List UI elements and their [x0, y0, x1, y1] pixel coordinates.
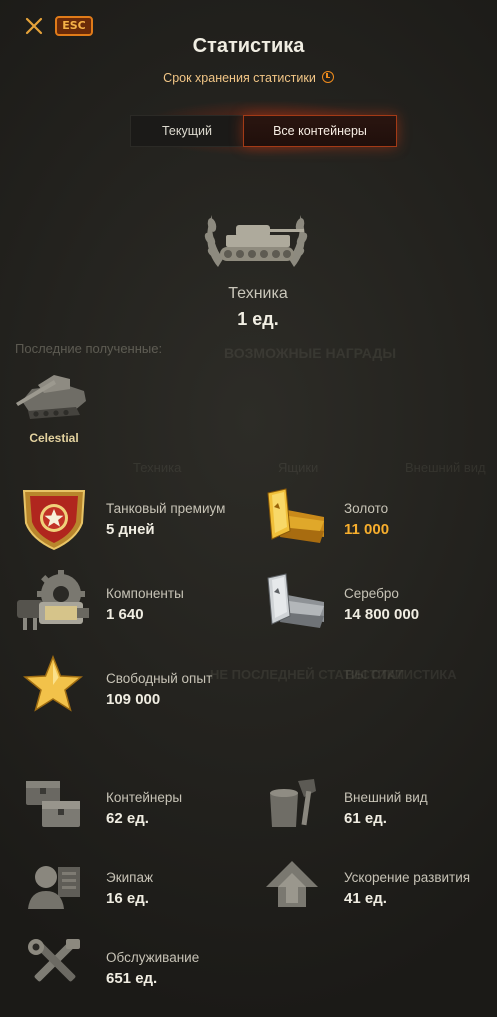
reward-acceleration: Ускорение развития 41 ед.	[250, 855, 497, 915]
reward-skins: Внешний вид 61 ед.	[250, 775, 497, 835]
reward-value: 651 ед.	[106, 970, 158, 987]
reward-value: 41 ед.	[344, 890, 387, 907]
reward-label: Танковый премиум	[106, 501, 226, 516]
vehicles-label: Техника	[228, 285, 288, 302]
reward-containers: Контейнеры 62 ед.	[0, 775, 250, 835]
tab-all-containers[interactable]: Все контейнеры	[243, 115, 397, 147]
silver-bars-icon	[260, 572, 328, 639]
reward-value: 109 000	[106, 691, 161, 708]
tank-icon	[16, 375, 86, 419]
reward-crew: Экипаж 16 ед.	[0, 855, 250, 915]
close-button[interactable]	[24, 16, 44, 36]
reward-value: 62 ед.	[106, 810, 149, 827]
vehicles-count: 1 ед.	[237, 309, 279, 329]
reward-value: 61 ед.	[344, 810, 387, 827]
paint-bucket-icon	[264, 777, 324, 836]
ghost-crew: Ящики	[278, 460, 319, 475]
acceleration-arrow-icon	[262, 857, 322, 916]
ghost-possible-rewards: ВОЗМОЖНЫЕ НАГРАДЫ	[224, 345, 397, 361]
free-xp-star-icon	[22, 654, 84, 720]
components-icon	[15, 570, 95, 639]
clock-icon	[321, 71, 334, 83]
tab-current[interactable]: Текущий	[130, 115, 244, 147]
crew-icon	[26, 859, 84, 918]
reward-components: Компоненты 1 640	[0, 570, 250, 640]
reward-free-xp: Свободный опыт 109 000	[0, 654, 250, 725]
reward-value: 11 000	[344, 521, 390, 538]
stats-retention-label: Срок хранения статистики	[163, 71, 316, 85]
reward-maintenance: Обслуживание 651 ед.	[0, 935, 250, 995]
reward-label: Золото	[344, 501, 389, 516]
reward-silver: Серебро 14 800 000	[250, 570, 497, 640]
reward-label: Ускорение развития	[344, 870, 471, 885]
ghost-skins: Внешний вид	[405, 460, 486, 475]
gold-bars-icon	[260, 487, 328, 554]
esc-badge[interactable]: ESC	[55, 16, 93, 36]
reward-value: 14 800 000	[344, 606, 420, 623]
reward-tank-premium: Танковый премиум 5 дней	[0, 485, 250, 555]
reward-label: Свободный опыт	[106, 671, 213, 686]
ghost-tanks: Техника	[133, 460, 182, 475]
containers-icon	[24, 777, 84, 836]
reward-value: 1 640	[106, 606, 144, 623]
reward-label: Контейнеры	[106, 790, 183, 805]
reward-label: Компоненты	[106, 586, 184, 601]
reward-label: Обслуживание	[106, 950, 200, 965]
recent-tank-name: Celestial	[29, 431, 79, 445]
reward-label: Серебро	[344, 586, 399, 601]
maintenance-tools-icon	[28, 939, 82, 996]
recent-tank-celestial[interactable]	[14, 367, 92, 422]
vehicle-emblem-icon	[196, 195, 316, 285]
reward-gold: Золото 11 000	[250, 485, 497, 555]
ghost-stats-2: ВЫ СТАТИСТИКА	[345, 667, 457, 682]
reward-label: Внешний вид	[344, 790, 428, 805]
reward-value: 5 дней	[106, 521, 155, 538]
premium-account-icon	[18, 489, 90, 556]
reward-label: Экипаж	[106, 870, 153, 885]
page-title: Статистика	[192, 35, 305, 57]
reward-value: 16 ед.	[106, 890, 149, 907]
stats-retention-info[interactable]: Срок хранения статистики	[0, 71, 497, 85]
recent-received-label: Последние полученные:	[15, 341, 163, 356]
close-icon	[25, 17, 43, 35]
